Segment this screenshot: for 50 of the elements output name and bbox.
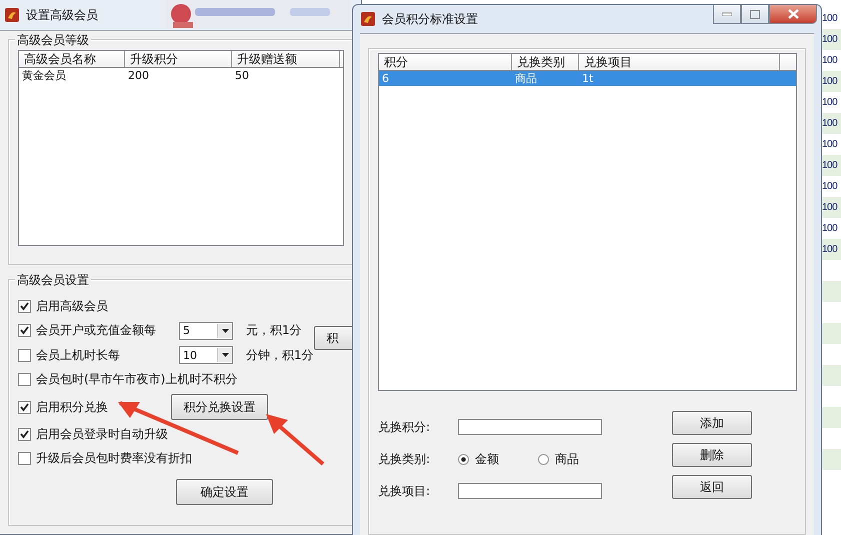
- radio-label: 金额: [475, 450, 499, 468]
- window-title: 设置高级会员: [26, 6, 98, 24]
- window-title: 会员积分标准设置: [382, 10, 478, 28]
- field-label: 兑换积分:: [378, 418, 432, 436]
- checkbox-label: 会员上机时长每: [36, 346, 121, 364]
- table-cell: 100: [822, 181, 838, 192]
- column-header[interactable]: 兑换项目: [579, 54, 780, 70]
- table-cell: 100: [822, 244, 838, 255]
- settings-button[interactable]: 积分兑换设置: [171, 394, 268, 420]
- field-label: 兑换类别:: [378, 450, 432, 468]
- list-row[interactable]: 黄金会员 200 50: [19, 68, 343, 83]
- table-cell: 100: [822, 34, 838, 45]
- table-cell-text: 50: [234, 68, 250, 83]
- table-cell: 100: [822, 97, 838, 108]
- table-cell: 100: [822, 55, 838, 66]
- column-header[interactable]: 高级会员名称: [19, 51, 125, 67]
- column-header[interactable]: 升级赠送额: [232, 51, 340, 67]
- checkbox-label: 会员包时(早市午市夜市)上机时不积分: [36, 371, 238, 388]
- table-cell-text: 6: [381, 71, 390, 86]
- unit-label: 元，积1分: [246, 322, 302, 340]
- column-header[interactable]: 兑换类别: [512, 54, 579, 70]
- table-cell: 100: [822, 160, 838, 171]
- dropdown[interactable]: 5: [179, 322, 233, 340]
- back-button[interactable]: 返回: [672, 475, 752, 499]
- field-label: 兑换项目:: [378, 482, 432, 500]
- checkbox-label: 启用积分兑换: [36, 398, 109, 416]
- table-cell: 100: [822, 76, 838, 87]
- delete-button[interactable]: 删除: [672, 443, 752, 467]
- dropdown[interactable]: 10: [179, 346, 233, 364]
- radio-label: 商品: [555, 450, 579, 468]
- checkbox-label: 启用会员登录时自动升级: [36, 426, 168, 443]
- table-cell: 100: [822, 223, 838, 234]
- table-cell: 100: [822, 13, 838, 24]
- confirm-button[interactable]: 确定设置: [176, 479, 273, 505]
- table-cell-text: 黄金会员: [21, 68, 67, 83]
- checkbox-label: 会员开户或充值金额每: [36, 322, 157, 340]
- table-cell: 100: [822, 118, 838, 129]
- checkbox-label: 升级后会员包时费率没有折扣: [36, 450, 192, 468]
- group-title: 高级会员等级: [15, 32, 91, 49]
- add-button[interactable]: 添加: [672, 411, 752, 435]
- checkbox-label: 启用高级会员: [36, 298, 108, 315]
- table-cell-text: 商品: [514, 71, 538, 86]
- group-title: 高级会员设置: [15, 272, 91, 289]
- table-cell: 100: [822, 139, 838, 150]
- table-cell-text: 1t: [581, 71, 594, 86]
- column-header[interactable]: 升级积分: [125, 51, 232, 67]
- column-header[interactable]: 积分: [379, 54, 512, 70]
- table-cell: 100: [822, 202, 838, 213]
- table-cell-text: 200: [127, 68, 150, 83]
- unit-label: 分钟，积1分: [246, 346, 314, 364]
